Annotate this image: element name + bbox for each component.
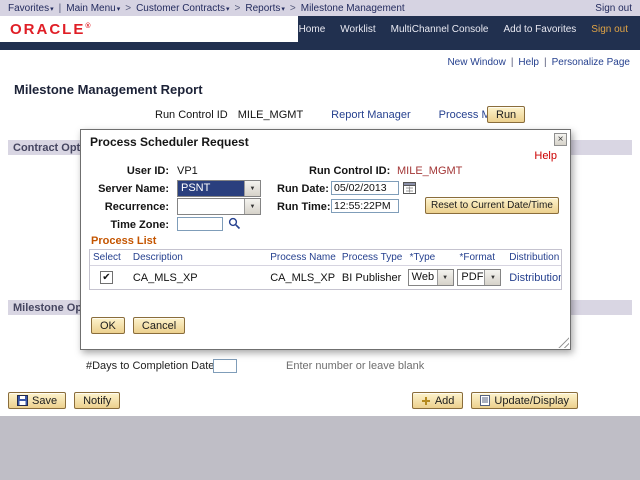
nav-multichannel-console[interactable]: MultiChannel Console (391, 24, 489, 35)
chevron-down-icon: ▾ (281, 5, 285, 13)
run-control-row: Run Control ID MILE_MGMT Report Manager … (155, 109, 518, 121)
utility-links: New Window | Help | Personalize Page (447, 57, 630, 68)
notify-button[interactable]: Notify (74, 392, 121, 409)
run-control-value: MILE_MGMT (237, 109, 304, 121)
run-control-id-value: MILE_MGMT (397, 165, 463, 177)
breadcrumb-reports[interactable]: Reports▾ (245, 3, 285, 14)
breadcrumb-arrow-icon: > (289, 2, 296, 14)
toolbar-right: Add Update/Display (411, 392, 578, 409)
breadcrumb-customer-contracts[interactable]: Customer Contracts▾ (136, 3, 229, 14)
nav-worklist[interactable]: Worklist (340, 24, 375, 35)
run-date-input[interactable] (331, 181, 399, 195)
chevron-down-icon: ▼ (244, 199, 260, 214)
run-date-label: Run Date: (277, 183, 329, 195)
plus-icon (421, 396, 430, 405)
days-to-completion-hint: Enter number or leave blank (286, 360, 425, 372)
lookup-icon[interactable] (228, 217, 241, 230)
run-control-label: Run Control ID (155, 109, 228, 121)
server-name-select[interactable]: PSNT ▼ (177, 180, 261, 197)
update-display-button[interactable]: Update/Display (471, 392, 578, 409)
process-list-title: Process List (91, 235, 157, 247)
cell-process-type: BI Publisher (341, 271, 402, 284)
top-nav: Home Worklist MultiChannel Console Add t… (298, 16, 640, 42)
pipe-separator: | (58, 2, 62, 14)
process-grid: Select Description Process Name Process … (89, 249, 562, 290)
chevron-down-icon: ▾ (50, 5, 54, 13)
chevron-down-icon: ▼ (484, 270, 501, 285)
document-icon (480, 395, 491, 406)
recurrence-label: Recurrence: (104, 201, 169, 213)
cell-process-name: CA_MLS_XP (270, 271, 336, 284)
breadcrumb: Favorites▾ | Main Menu▾ > Customer Contr… (0, 0, 640, 16)
chevron-down-icon: ▼ (244, 181, 260, 196)
process-scheduler-dialog: Process Scheduler Request × Help User ID… (80, 129, 571, 350)
calendar-icon[interactable] (403, 181, 416, 194)
process-grid-header: Select Description Process Name Process … (90, 250, 561, 266)
type-select[interactable]: Web ▼ (407, 269, 454, 286)
breadcrumb-favorites[interactable]: Favorites▾ (8, 3, 54, 14)
chevron-down-icon: ▾ (116, 5, 121, 13)
column-header-distribution: Distribution (509, 252, 560, 263)
format-select[interactable]: PDF ▼ (457, 269, 502, 286)
recurrence-select[interactable]: ▼ (177, 198, 261, 215)
nav-sign-out[interactable]: Sign out (591, 24, 628, 35)
dialog-buttons: OK Cancel (91, 317, 186, 334)
dialog-title: Process Scheduler Request (90, 135, 249, 149)
chevron-down-icon: ▾ (226, 5, 230, 13)
days-to-completion-input[interactable] (213, 359, 237, 373)
user-id-label: User ID: (126, 165, 169, 177)
save-button[interactable]: Save (8, 392, 67, 409)
run-control-id-label: Run Control ID: (309, 165, 391, 177)
breadcrumb-sign-out[interactable]: Sign out (595, 3, 632, 14)
toolbar-left: Save Notify (8, 392, 121, 409)
header-strip (0, 42, 640, 50)
pipe-separator: | (544, 57, 547, 68)
cancel-button[interactable]: Cancel (132, 317, 186, 334)
user-id-value: VP1 (177, 165, 198, 177)
column-header-format: *Format (459, 252, 495, 263)
time-zone-label: Time Zone: (110, 219, 169, 231)
link-personalize-page[interactable]: Personalize Page (552, 57, 630, 68)
breadcrumb-current: Milestone Management (300, 2, 405, 14)
table-row: ✔ CA_MLS_XP CA_MLS_XP BI Publisher Web ▼… (90, 266, 561, 289)
check-icon: ✔ (102, 272, 111, 283)
link-help[interactable]: Help (518, 57, 539, 68)
oracle-logo: ORACLE® (10, 21, 91, 38)
breadcrumb-main-menu[interactable]: Main Menu▾ (66, 3, 120, 14)
column-header-process-name: Process Name (270, 252, 336, 263)
breadcrumb-arrow-icon: > (234, 2, 241, 14)
column-header-select: Select (93, 252, 121, 263)
run-time-input[interactable] (331, 199, 399, 213)
ok-button[interactable]: OK (91, 317, 125, 334)
page-title: Milestone Management Report (14, 82, 203, 97)
registered-mark: ® (85, 23, 91, 30)
add-button[interactable]: Add (411, 392, 464, 409)
run-button[interactable]: Run (487, 106, 526, 123)
save-icon (17, 395, 28, 406)
reset-datetime-button[interactable]: Reset to Current Date/Time (425, 197, 559, 214)
distribution-link[interactable]: Distribution (509, 272, 561, 284)
column-header-description: Description (132, 252, 183, 263)
link-report-manager[interactable]: Report Manager (331, 109, 411, 121)
dialog-help-link[interactable]: Help (534, 150, 557, 162)
brand-row: ORACLE® Home Worklist MultiChannel Conso… (0, 16, 640, 42)
nav-add-to-favorites[interactable]: Add to Favorites (503, 24, 576, 35)
breadcrumb-arrow-icon: > (125, 2, 132, 14)
close-icon[interactable]: × (554, 133, 567, 146)
days-to-completion-row: #Days to Completion Date Enter number or… (0, 359, 640, 375)
column-header-process-type: Process Type (341, 252, 403, 263)
cell-description: CA_MLS_XP (132, 271, 198, 284)
application-window: Favorites▾ | Main Menu▾ > Customer Contr… (0, 0, 640, 480)
time-zone-input[interactable] (177, 217, 223, 231)
row-select-checkbox[interactable]: ✔ (100, 271, 113, 284)
chevron-down-icon: ▼ (436, 270, 453, 285)
run-time-label: Run Time: (277, 201, 331, 213)
server-name-label: Server Name: (98, 183, 169, 195)
nav-home[interactable]: Home (299, 24, 326, 35)
pipe-separator: | (510, 57, 514, 68)
column-header-type: *Type (409, 252, 436, 263)
days-to-completion-label: #Days to Completion Date (86, 360, 215, 372)
link-new-window[interactable]: New Window (447, 57, 505, 68)
resize-handle[interactable] (558, 337, 569, 348)
